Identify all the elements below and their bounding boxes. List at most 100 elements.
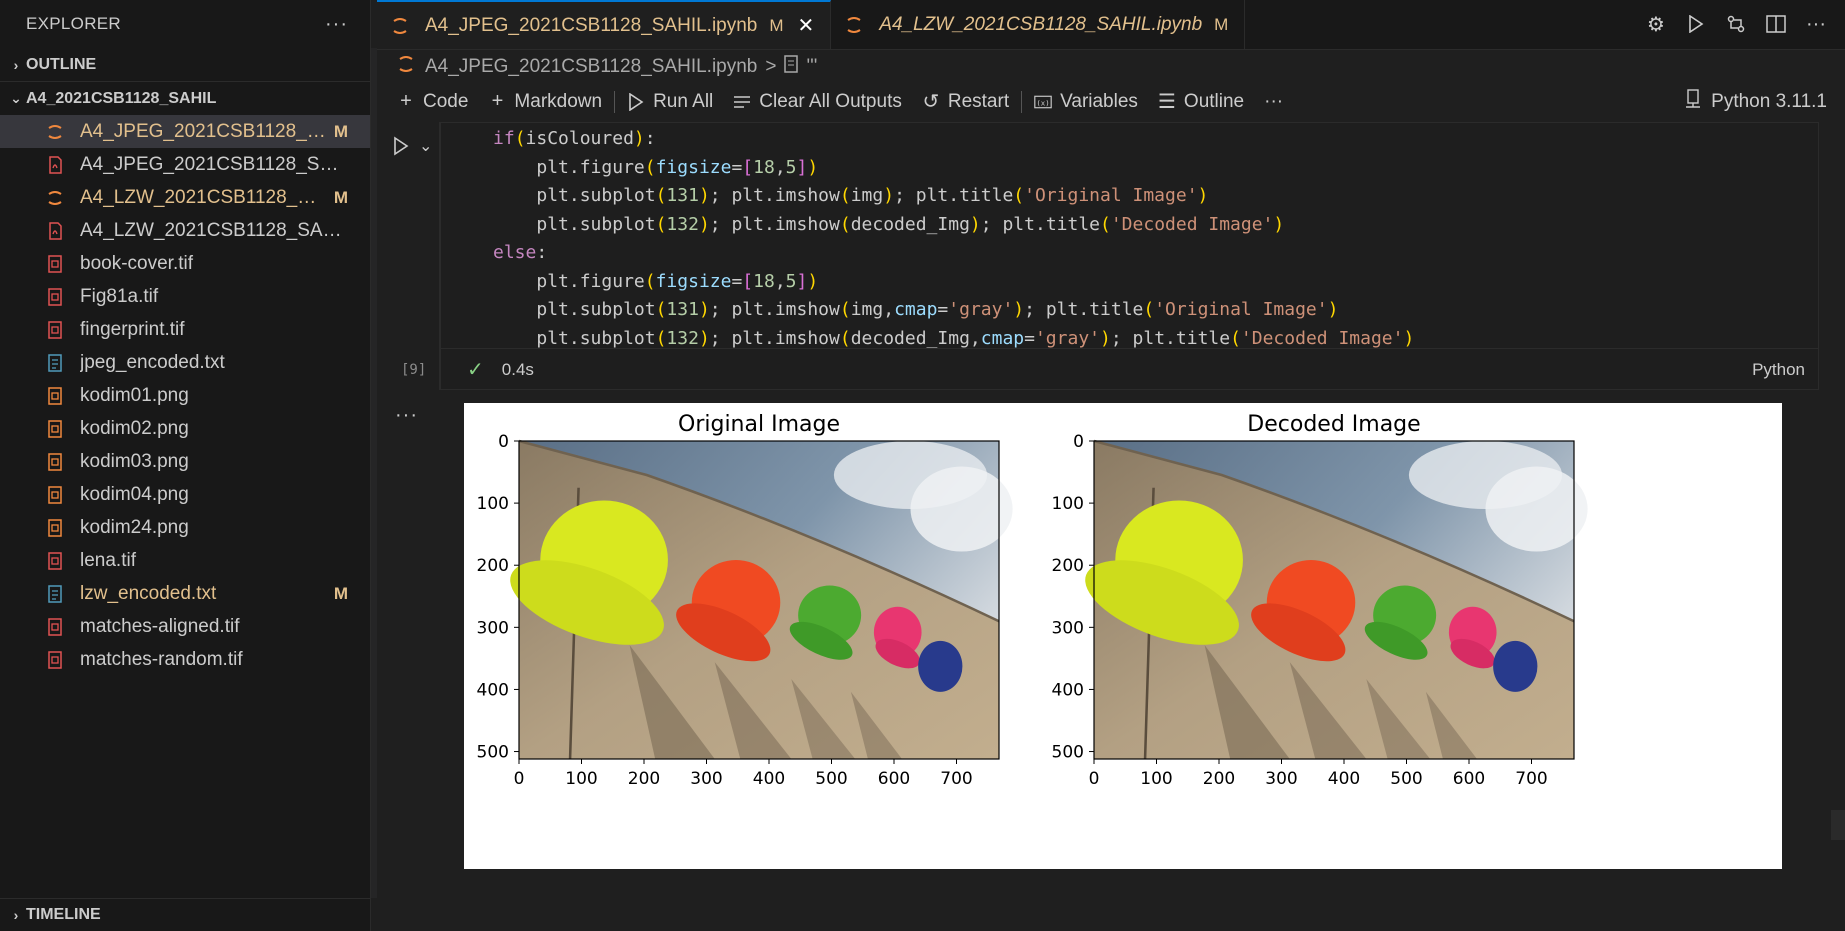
cell-icon [784, 54, 799, 79]
timeline-section[interactable]: › TIMELINE [0, 898, 370, 931]
file-item[interactable]: A4_LZW_2021CSB1128_SA... M [0, 181, 370, 214]
file-item[interactable]: kodim02.png [0, 412, 370, 445]
settings-gear-icon[interactable]: ⚙ [1645, 13, 1667, 36]
file-item[interactable]: A4_JPEG_2021CSB1128_S... M [0, 115, 370, 148]
code-line[interactable]: plt.figure(figsize=[18,5]) [493, 268, 1821, 297]
add-markdown-button[interactable]: + Markdown [478, 90, 612, 113]
more-actions-icon[interactable]: ··· [1805, 13, 1827, 35]
file-item[interactable]: jpeg_encoded.txt [0, 346, 370, 379]
file-name: book-cover.tif [80, 252, 193, 274]
kernel-picker[interactable]: Python 3.11.1 [1685, 83, 1827, 120]
file-item[interactable]: lzw_encoded.txt M [0, 577, 370, 610]
outline-label: OUTLINE [26, 55, 97, 73]
x-tick-label: 300 [690, 769, 722, 789]
code-line[interactable]: if(isColoured): [493, 125, 1821, 154]
restart-button[interactable]: ↺ Restart [912, 89, 1019, 114]
code-line[interactable]: plt.subplot(131); plt.imshow(img); plt.t… [493, 182, 1821, 211]
file-item[interactable]: book-cover.tif [0, 247, 370, 280]
file-item[interactable]: A4_LZW_2021CSB1128_SAHIL.pdf [0, 214, 370, 247]
chevron-right-icon: › [13, 907, 19, 923]
compare-changes-icon[interactable] [1725, 13, 1747, 35]
outline-button[interactable]: ☰ Outline [1148, 89, 1254, 114]
editor-scrollbar-thumb[interactable] [1831, 810, 1845, 840]
run-all-button[interactable]: Run All [617, 91, 723, 113]
file-name: A4_LZW_2021CSB1128_SA... [80, 186, 326, 208]
explorer-more-icon[interactable]: ··· [325, 13, 348, 36]
x-tick-label: 700 [940, 769, 972, 789]
code-line[interactable]: plt.subplot(131); plt.imshow(img,cmap='g… [493, 296, 1821, 325]
code-cell[interactable]: ⌄ [9] if(isColoured): plt.figure(figsize… [377, 122, 1819, 390]
folder-section[interactable]: ⌄ A4_2021CSB1128_SAHIL [0, 82, 370, 115]
split-editor-icon[interactable] [1765, 13, 1787, 35]
restart-icon: ↺ [922, 91, 940, 113]
file-item[interactable]: lena.tif [0, 544, 370, 577]
x-tick-label: 500 [1390, 769, 1422, 789]
file-item[interactable]: Fig81a.tif [0, 280, 370, 313]
y-tick-label: 300 [1052, 618, 1084, 638]
file-name: A4_JPEG_2021CSB1128_SAHIL.p... [80, 153, 348, 175]
y-tick-label: 100 [1052, 494, 1084, 514]
subplot-1: Original Image 0 100 200 300 400 500 600 700 0 100… [477, 412, 1014, 789]
file-item[interactable]: fingerprint.tif [0, 313, 370, 346]
explorer-sidebar: EXPLORER ··· › OUTLINE ⌄ A4_2021CSB1128_… [0, 0, 371, 931]
y-tick-label: 0 [498, 432, 509, 452]
png-icon [46, 419, 64, 439]
breadcrumb: A4_JPEG_2021CSB1128_SAHIL.ipynb > ''' [377, 50, 1845, 83]
chevron-down-icon[interactable]: ⌄ [419, 136, 432, 156]
variables-icon: (x) [1034, 94, 1052, 110]
y-tick-label: 200 [477, 556, 509, 576]
image-icon [46, 551, 64, 571]
file-name: lena.tif [80, 549, 136, 571]
breadcrumb-file[interactable]: A4_JPEG_2021CSB1128_SAHIL.ipynb [425, 56, 757, 78]
jupyter-icon [46, 188, 64, 208]
outline-label: Outline [1183, 90, 1245, 112]
outline-section[interactable]: › OUTLINE [0, 48, 370, 81]
run-icon[interactable] [1685, 13, 1707, 35]
x-tick-label: 100 [565, 769, 597, 789]
y-tick-label: 200 [1052, 556, 1084, 576]
file-item[interactable]: kodim04.png [0, 478, 370, 511]
add-code-button[interactable]: + Code [387, 90, 478, 113]
tab-lzw-notebook[interactable]: A4_LZW_2021CSB1128_SAHIL.ipynb M [831, 0, 1246, 49]
run-cell-button[interactable]: ⌄ [393, 136, 432, 156]
close-icon[interactable]: ✕ [798, 13, 815, 38]
file-item[interactable]: matches-aligned.tif [0, 610, 370, 643]
subplot-title: Original Image [678, 412, 840, 437]
editor-area: A4_JPEG_2021CSB1128_SAHIL.ipynb M ✕ A4_L… [377, 0, 1845, 931]
code-line[interactable]: plt.subplot(132); plt.imshow(decoded_Img… [493, 211, 1821, 240]
file-name: jpeg_encoded.txt [80, 351, 225, 373]
y-tick-label: 100 [477, 494, 509, 514]
breadcrumb-cell[interactable]: ''' [806, 56, 817, 78]
file-item[interactable]: kodim03.png [0, 445, 370, 478]
execution-time: 0.4s [501, 359, 534, 379]
image-icon [46, 617, 64, 637]
file-item[interactable]: kodim24.png [0, 511, 370, 544]
file-item[interactable]: kodim01.png [0, 379, 370, 412]
png-icon [46, 452, 64, 472]
toolbar-more-button[interactable]: ··· [1254, 91, 1293, 113]
code-line[interactable]: plt.figure(figsize=[18,5]) [493, 154, 1821, 183]
cell-editor[interactable]: if(isColoured): plt.figure(figsize=[18,5… [439, 122, 1819, 390]
x-tick-label: 0 [1089, 769, 1100, 789]
png-icon [46, 485, 64, 505]
code-editor[interactable]: if(isColoured): plt.figure(figsize=[18,5… [441, 123, 1821, 349]
toolbar-separator [614, 90, 616, 113]
file-item[interactable]: matches-random.tif [0, 643, 370, 676]
image-icon [46, 254, 64, 274]
chevron-right-icon: › [13, 56, 19, 73]
checkmark-icon: ✓ [467, 359, 484, 381]
text-file-icon [46, 584, 64, 604]
kernel-label: Python 3.11.1 [1711, 90, 1827, 112]
code-line[interactable]: else: [493, 239, 1821, 268]
output-more-icon[interactable]: ··· [395, 404, 418, 427]
variables-button[interactable]: (x) Variables [1024, 91, 1148, 113]
tab-jpeg-notebook[interactable]: A4_JPEG_2021CSB1128_SAHIL.ipynb M ✕ [377, 0, 832, 49]
tab-bar: A4_JPEG_2021CSB1128_SAHIL.ipynb M ✕ A4_L… [377, 0, 1845, 50]
file-item[interactable]: A4_JPEG_2021CSB1128_SAHIL.p... [0, 148, 370, 181]
jupyter-icon [46, 122, 64, 142]
clear-all-outputs-button[interactable]: Clear All Outputs [723, 91, 912, 113]
toolbar-separator [1021, 90, 1023, 113]
cell-language[interactable]: Python [1752, 360, 1805, 380]
x-tick-label: 700 [1515, 769, 1547, 789]
y-tick-label: 400 [1052, 680, 1084, 700]
